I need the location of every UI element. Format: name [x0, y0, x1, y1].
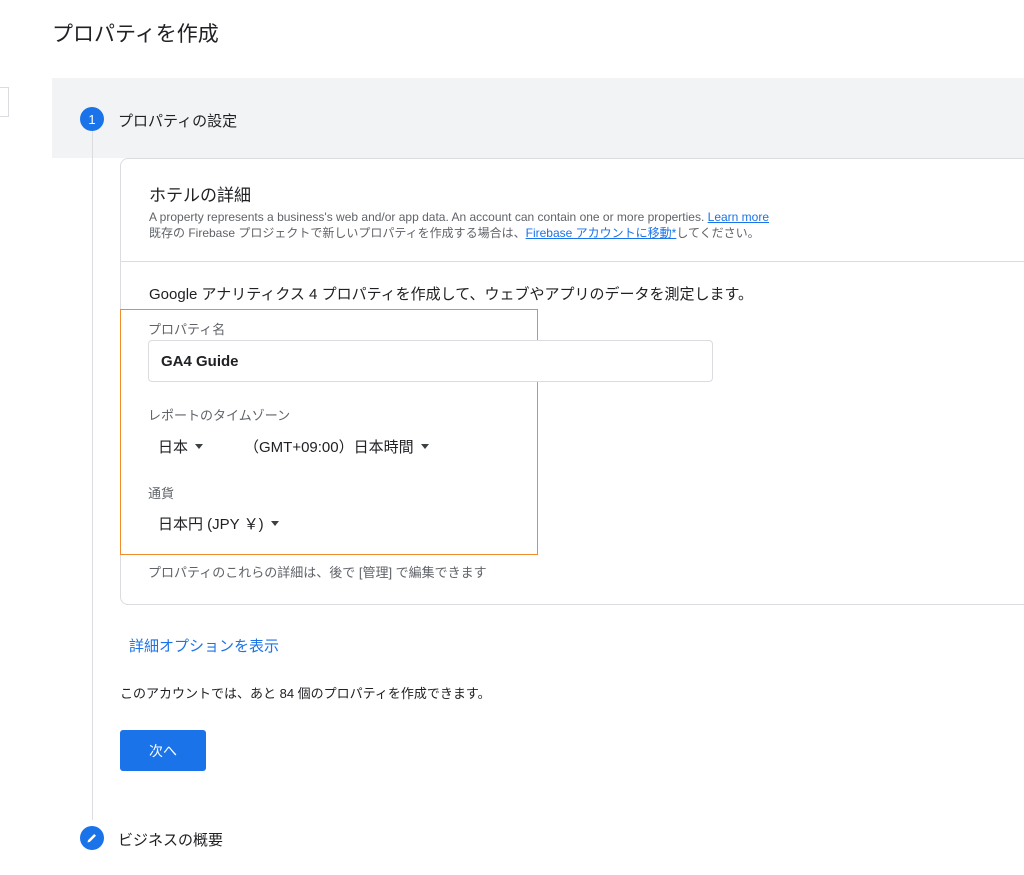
timezone-label: レポートのタイムゾーン: [148, 408, 291, 423]
card-description: A property represents a business's web a…: [149, 209, 769, 241]
currency-value: 日本円 (JPY ￥): [158, 516, 264, 533]
timezone-value: （GMT+09:00）日本時間: [244, 439, 414, 456]
card-title: ホテルの詳細: [149, 186, 251, 205]
card-desc-line2-prefix: 既存の Firebase プロジェクトで新しいプロパティを作成する場合は、: [149, 226, 526, 240]
advanced-options-link[interactable]: 詳細オプションを表示: [129, 635, 279, 656]
country-select[interactable]: 日本: [158, 436, 204, 457]
chevron-down-icon: [270, 521, 279, 526]
learn-more-link[interactable]: Learn more: [708, 210, 769, 224]
step-1-number-badge: 1: [80, 107, 104, 131]
step-1-label: プロパティの設定: [118, 113, 238, 130]
card-desc-line1: A property represents a business's web a…: [149, 210, 708, 224]
edit-later-note: プロパティのこれらの詳細は、後で [管理] で編集できます: [148, 565, 487, 580]
page-title: プロパティを作成: [52, 23, 219, 46]
timezone-select[interactable]: （GMT+09:00）日本時間: [244, 436, 429, 457]
property-name-input[interactable]: [148, 340, 713, 382]
step-2-badge[interactable]: [80, 826, 104, 850]
next-button[interactable]: 次へ: [120, 730, 206, 771]
currency-select[interactable]: 日本円 (JPY ￥): [158, 513, 279, 534]
chevron-down-icon: [420, 444, 429, 449]
remaining-properties-text: このアカウントでは、あと 84 個のプロパティを作成できます。: [120, 686, 491, 701]
property-name-label: プロパティ名: [148, 322, 226, 337]
firebase-account-link[interactable]: Firebase アカウントに移動*: [526, 226, 677, 240]
card-desc-line2-suffix: してください。: [676, 226, 760, 240]
chevron-down-icon: [195, 444, 204, 449]
pencil-icon: [87, 834, 96, 843]
currency-label: 通貨: [148, 486, 175, 501]
step-2-label[interactable]: ビジネスの概要: [118, 829, 223, 850]
step-timeline: [92, 131, 93, 820]
card-divider: [121, 261, 1024, 262]
left-panel-edge: [0, 87, 9, 117]
ga4-intro-text: Google アナリティクス 4 プロパティを作成して、ウェブやアプリのデータを…: [149, 286, 753, 303]
country-value: 日本: [158, 439, 189, 456]
